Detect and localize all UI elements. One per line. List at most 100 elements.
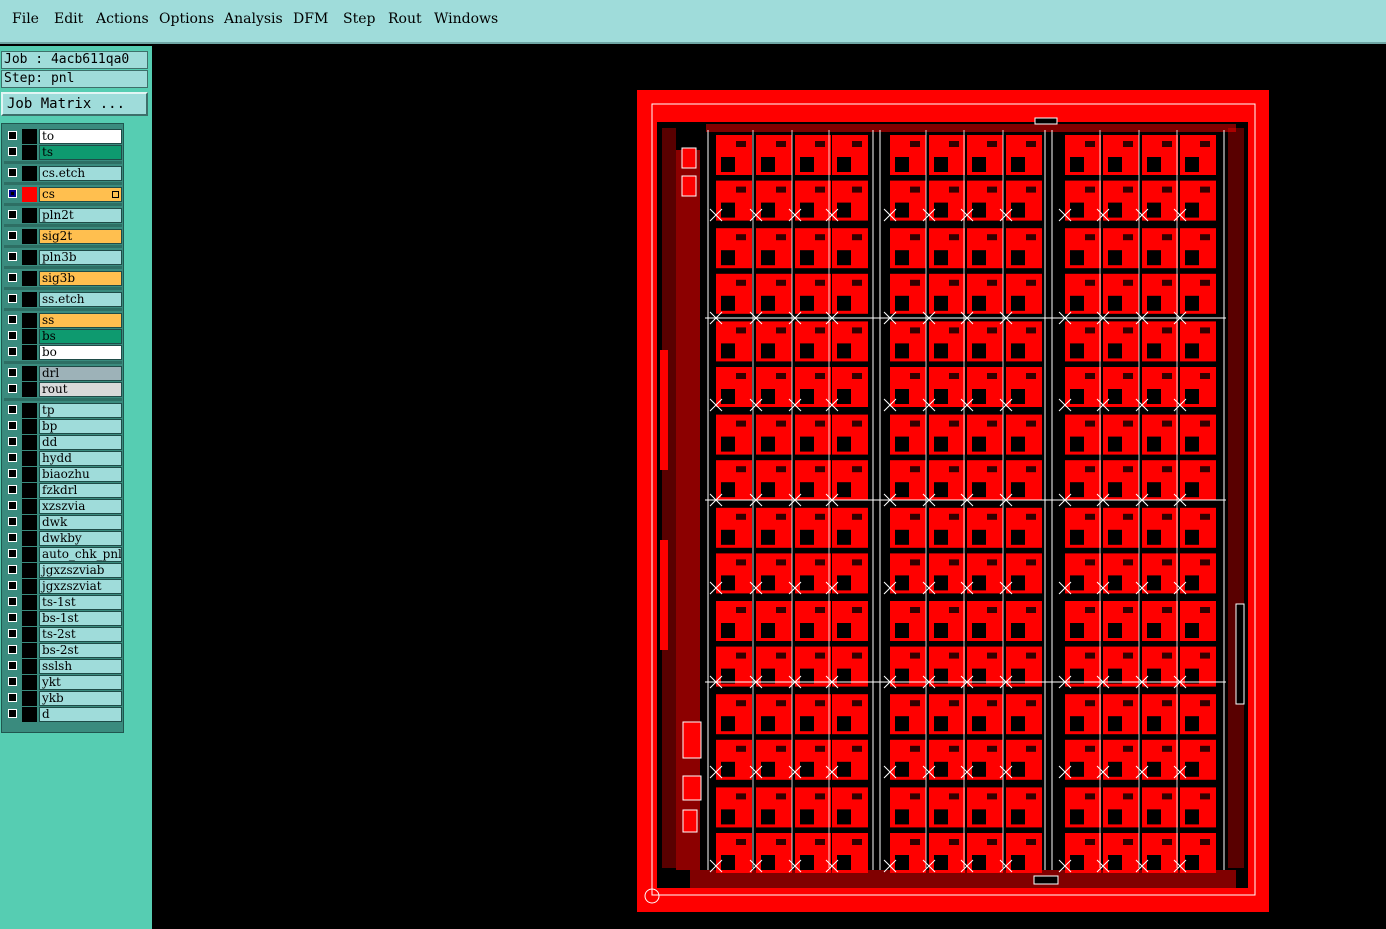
- layer-row-sig2t[interactable]: sig2t: [5, 229, 123, 244]
- layer-checkbox[interactable]: [8, 645, 17, 654]
- layer-row-ss[interactable]: ss: [5, 313, 123, 328]
- layer-row-hydd[interactable]: hydd: [5, 451, 123, 466]
- layer-row-d[interactable]: d: [5, 707, 123, 722]
- layer-display-color[interactable]: [22, 419, 37, 434]
- layer-name[interactable]: dwk: [39, 515, 122, 530]
- layer-row-sig3b[interactable]: sig3b: [5, 271, 123, 286]
- layer-checkbox[interactable]: [8, 565, 17, 574]
- layer-name[interactable]: ykt: [39, 675, 122, 690]
- layer-checkbox[interactable]: [8, 517, 17, 526]
- menu-edit[interactable]: Edit: [54, 11, 83, 27]
- layer-display-color[interactable]: [22, 515, 37, 530]
- layer-display-color[interactable]: [22, 187, 37, 202]
- layer-row-bs[interactable]: bs: [5, 329, 123, 344]
- layer-name[interactable]: biaozhu: [39, 467, 122, 482]
- layer-display-color[interactable]: [22, 208, 37, 223]
- layer-display-color[interactable]: [22, 271, 37, 286]
- layer-name[interactable]: ts-1st: [39, 595, 122, 610]
- layer-display-color[interactable]: [22, 366, 37, 381]
- layer-row-ts-2st[interactable]: ts-2st: [5, 627, 123, 642]
- menu-step[interactable]: Step: [343, 11, 375, 27]
- layer-row-sslsh[interactable]: sslsh: [5, 659, 123, 674]
- layer-display-color[interactable]: [22, 643, 37, 658]
- layer-checkbox[interactable]: [8, 485, 17, 494]
- layer-name[interactable]: hydd: [39, 451, 122, 466]
- layer-name[interactable]: cs: [39, 187, 122, 202]
- menu-actions[interactable]: Actions: [96, 11, 149, 27]
- layer-display-color[interactable]: [22, 250, 37, 265]
- job-matrix-button[interactable]: Job Matrix ...: [1, 92, 148, 116]
- menu-dfm[interactable]: DFM: [293, 11, 328, 27]
- layer-display-color[interactable]: [22, 166, 37, 181]
- layer-name[interactable]: fzkdrl: [39, 483, 122, 498]
- menu-file[interactable]: File: [12, 11, 39, 27]
- layer-checkbox[interactable]: [8, 469, 17, 478]
- layer-row-bs-1st[interactable]: bs-1st: [5, 611, 123, 626]
- layer-checkbox[interactable]: [8, 294, 17, 303]
- layer-checkbox[interactable]: [8, 693, 17, 702]
- layer-checkbox[interactable]: [8, 405, 17, 414]
- layer-checkbox[interactable]: [8, 629, 17, 638]
- layer-display-color[interactable]: [22, 313, 37, 328]
- layer-display-color[interactable]: [22, 707, 37, 722]
- layer-name[interactable]: dd: [39, 435, 122, 450]
- layer-name[interactable]: bs-2st: [39, 643, 122, 658]
- layer-name[interactable]: bs-1st: [39, 611, 122, 626]
- layer-display-color[interactable]: [22, 435, 37, 450]
- layer-name[interactable]: to: [39, 129, 122, 144]
- layer-row-cs[interactable]: cs: [5, 187, 123, 202]
- layer-name[interactable]: bp: [39, 419, 122, 434]
- layer-row-ts[interactable]: ts: [5, 145, 123, 160]
- layer-name[interactable]: ts: [39, 145, 122, 160]
- menu-windows[interactable]: Windows: [434, 11, 498, 27]
- layer-name[interactable]: ss.etch: [39, 292, 122, 307]
- layer-checkbox[interactable]: [8, 597, 17, 606]
- layer-checkbox[interactable]: [8, 210, 17, 219]
- layer-checkbox[interactable]: [8, 315, 17, 324]
- layer-checkbox[interactable]: [8, 581, 17, 590]
- layer-display-color[interactable]: [22, 483, 37, 498]
- layer-checkbox[interactable]: [8, 189, 17, 198]
- layer-name[interactable]: xzszvia: [39, 499, 122, 514]
- layer-checkbox[interactable]: [8, 533, 17, 542]
- layer-checkbox[interactable]: [8, 501, 17, 510]
- layer-name[interactable]: sslsh: [39, 659, 122, 674]
- layer-checkbox[interactable]: [8, 453, 17, 462]
- layer-display-color[interactable]: [22, 403, 37, 418]
- layer-checkbox[interactable]: [8, 252, 17, 261]
- layer-display-color[interactable]: [22, 451, 37, 466]
- layer-row-dwkby[interactable]: dwkby: [5, 531, 123, 546]
- layer-display-color[interactable]: [22, 579, 37, 594]
- layer-name[interactable]: auto_chk_pnl: [39, 547, 122, 562]
- layer-display-color[interactable]: [22, 382, 37, 397]
- layer-row-drl[interactable]: drl: [5, 366, 123, 381]
- layer-display-color[interactable]: [22, 563, 37, 578]
- layer-row-bp[interactable]: bp: [5, 419, 123, 434]
- layer-name[interactable]: drl: [39, 366, 122, 381]
- layer-checkbox[interactable]: [8, 131, 17, 140]
- layer-display-color[interactable]: [22, 547, 37, 562]
- layer-display-color[interactable]: [22, 229, 37, 244]
- layer-name[interactable]: d: [39, 707, 122, 722]
- layer-display-color[interactable]: [22, 129, 37, 144]
- layer-row-dwk[interactable]: dwk: [5, 515, 123, 530]
- layer-checkbox[interactable]: [8, 368, 17, 377]
- layer-row-jgxzszviat[interactable]: jgxzszviat: [5, 579, 123, 594]
- graphics-canvas[interactable]: [152, 46, 1386, 929]
- layer-checkbox[interactable]: [8, 677, 17, 686]
- layer-checkbox[interactable]: [8, 437, 17, 446]
- layer-name[interactable]: dwkby: [39, 531, 122, 546]
- layer-name[interactable]: cs.etch: [39, 166, 122, 181]
- layer-row-cs.etch[interactable]: cs.etch: [5, 166, 123, 181]
- layer-checkbox[interactable]: [8, 331, 17, 340]
- layer-name[interactable]: bo: [39, 345, 122, 360]
- layer-row-jgxzszviab[interactable]: jgxzszviab: [5, 563, 123, 578]
- layer-display-color[interactable]: [22, 627, 37, 642]
- layer-row-pln2t[interactable]: pln2t: [5, 208, 123, 223]
- layer-display-color[interactable]: [22, 345, 37, 360]
- layer-name[interactable]: tp: [39, 403, 122, 418]
- layer-checkbox[interactable]: [8, 231, 17, 240]
- layer-display-color[interactable]: [22, 691, 37, 706]
- layer-checkbox[interactable]: [8, 549, 17, 558]
- layer-row-ykt[interactable]: ykt: [5, 675, 123, 690]
